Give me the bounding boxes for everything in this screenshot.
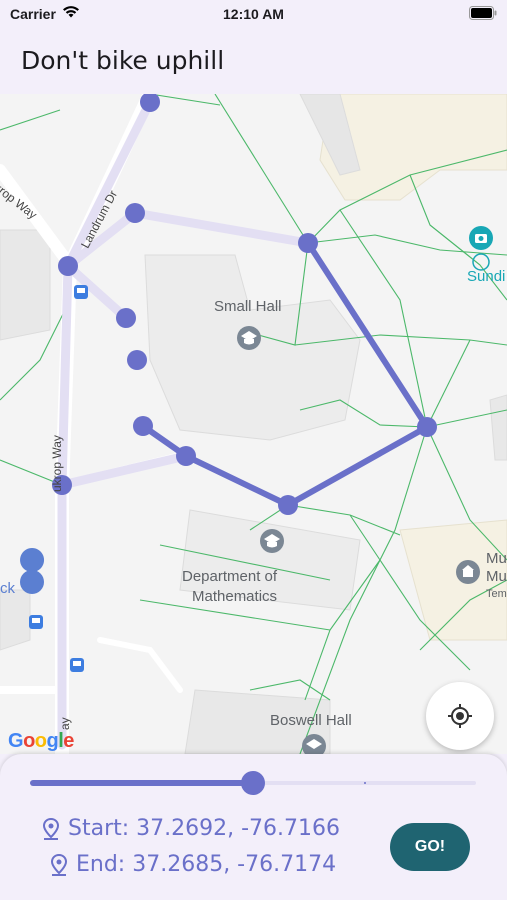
page-title: Don't bike uphill — [21, 46, 225, 75]
roads — [0, 94, 189, 754]
route-node — [278, 495, 298, 515]
bottom-panel: Start: 37.2692, -76.7166 End: 37.2685, -… — [0, 754, 507, 900]
route-node — [127, 350, 147, 370]
label-dept-math-2: Mathematics — [192, 588, 278, 605]
label-boswell-hall: Boswell Hall — [270, 712, 352, 729]
app-bar: Don't bike uphill — [0, 30, 507, 94]
road-label-bottom: ay — [58, 717, 72, 730]
slider-tick — [142, 782, 144, 784]
route-node — [133, 416, 153, 436]
map-view[interactable]: Small Hall Department of Mathematics Bos… — [0, 94, 507, 754]
school-pin-mathematics — [260, 529, 284, 553]
route-node — [176, 446, 196, 466]
label-museum-3: Tem — [486, 588, 507, 600]
label-museum-1: Mu — [486, 550, 507, 567]
route-node — [58, 256, 78, 276]
slider-thumb[interactable] — [241, 771, 265, 795]
start-label: Start: 37.2692, -76.7166 — [68, 816, 341, 841]
slider-tick — [364, 782, 366, 784]
google-logo: Google — [8, 730, 74, 752]
route-slider[interactable] — [30, 768, 476, 798]
go-button[interactable]: GO! — [390, 823, 470, 871]
status-time: 12:10 AM — [223, 6, 284, 22]
route-node — [417, 417, 437, 437]
label-parking: ck — [0, 580, 15, 597]
label-small-hall: Small Hall — [214, 298, 282, 315]
end-label: End: 37.2685, -76.7174 — [76, 852, 337, 877]
route-node — [298, 233, 318, 253]
battery-icon — [469, 6, 497, 20]
my-location-icon — [448, 704, 472, 728]
start-coordinates: Start: 37.2692, -76.7166 — [42, 816, 340, 841]
school-pin-small-hall — [237, 326, 261, 350]
museum-pin — [456, 560, 480, 584]
route-node — [116, 308, 136, 328]
status-bar: Carrier 12:10 AM — [0, 0, 507, 30]
label-dept-math-1: Department of — [182, 568, 278, 585]
location-pin-icon — [50, 853, 68, 876]
camera-pin-sundial — [469, 226, 493, 271]
label-museum-2: Mu — [486, 568, 507, 585]
location-pin-icon — [42, 817, 60, 840]
label-sundial: Sundi — [467, 268, 506, 285]
my-location-button[interactable] — [426, 682, 494, 750]
end-coordinates: End: 37.2685, -76.7174 — [50, 852, 336, 877]
map-canvas[interactable] — [0, 94, 507, 754]
road-label-krop-vertical: ukrop Way — [50, 435, 64, 492]
route-node — [125, 203, 145, 223]
